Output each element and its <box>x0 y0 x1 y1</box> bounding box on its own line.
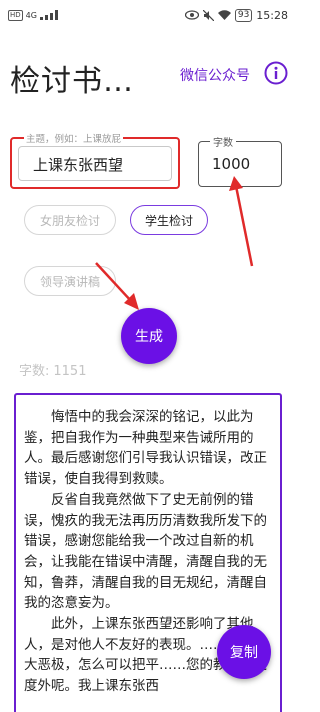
hd-badge: HD <box>8 9 23 21</box>
wechat-official-account-link[interactable]: 微信公众号 <box>180 65 250 85</box>
copy-button[interactable]: 复制 <box>217 625 271 679</box>
info-icon[interactable] <box>264 61 288 85</box>
generate-button[interactable]: 生成 <box>121 308 177 364</box>
word-count-input-value[interactable]: 1000 <box>212 155 250 173</box>
word-count-input-label: 字数 <box>210 134 236 149</box>
chip-leader-speech[interactable]: 领导演讲稿 <box>24 266 116 296</box>
arrow-to-count-input <box>229 176 254 267</box>
wifi-icon <box>217 10 231 20</box>
clock: 15:28 <box>256 8 288 22</box>
eye-icon <box>184 10 199 20</box>
generated-word-count-value: 1151 <box>53 364 87 379</box>
signal-indicator: 4G <box>25 10 37 20</box>
status-bar-left: HD 4G <box>8 9 60 21</box>
topic-input-value[interactable]: 上课东张西望 <box>33 154 123 175</box>
topic-input-hint: 主题，例如：上课放屁 <box>24 131 124 145</box>
status-bar-right: 93 15:28 <box>184 8 288 22</box>
chip-girlfriend-apology[interactable]: 女朋友检讨 <box>24 205 116 235</box>
generated-word-count-label: 字数: <box>19 364 50 379</box>
result-paragraph: 反省自我竟然做下了史无前例的错误，愧疚的我无法再历历清数我所发下的错误，感谢您能… <box>24 491 267 612</box>
status-bar: HD 4G 93 15:28 <box>0 0 296 30</box>
generated-word-count: 字数: 1151 <box>19 360 86 379</box>
chip-student-apology[interactable]: 学生检讨 <box>130 205 208 235</box>
page-title: 检讨书… <box>10 64 134 99</box>
mute-icon <box>202 9 214 21</box>
signal-bars-icon <box>39 10 58 20</box>
result-paragraph: 悔悟中的我会深深的铭记，以此为鉴，把自我作为一种典型来告诫所用的人。最后感谢您们… <box>24 409 267 488</box>
battery-icon: 93 <box>234 8 253 22</box>
